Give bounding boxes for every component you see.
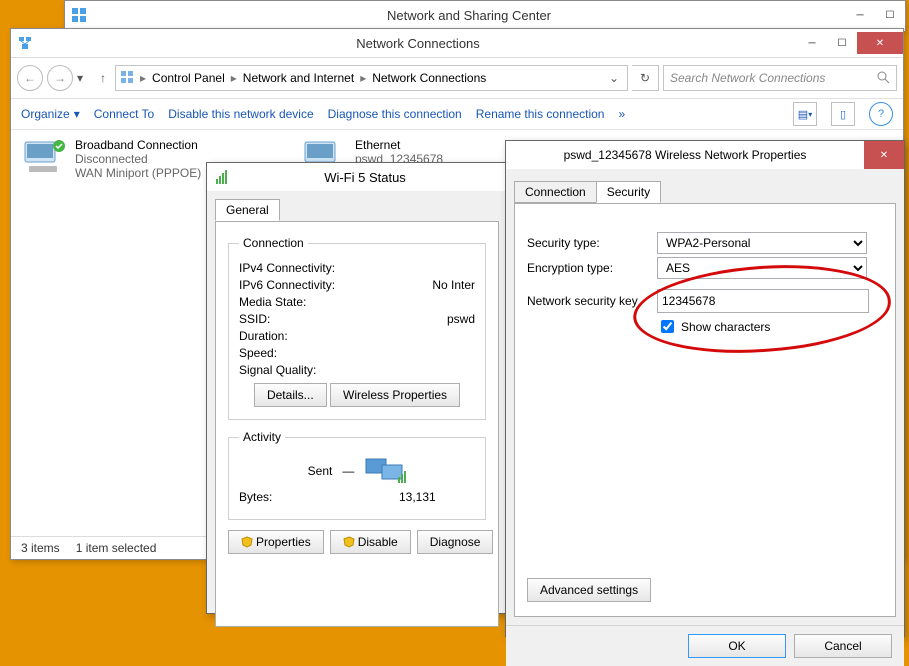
show-characters-checkbox[interactable]: Show characters bbox=[657, 317, 770, 336]
organize-menu[interactable]: Organize▾ bbox=[21, 107, 80, 121]
disable-device-button[interactable]: Disable this network device bbox=[168, 107, 313, 121]
bg-maximize-button[interactable]: ☐ bbox=[875, 4, 905, 26]
activity-fieldset: Activity Sent — Bytes:13,131 bbox=[228, 430, 486, 520]
connection-name: Broadband Connection bbox=[75, 138, 201, 152]
main-titlebar: Network Connections ─ ☐ ✕ bbox=[11, 29, 903, 58]
search-placeholder: Search Network Connections bbox=[670, 71, 825, 85]
breadcrumb-dropdown-icon[interactable]: ⌄ bbox=[605, 71, 623, 85]
search-icon bbox=[876, 70, 890, 84]
security-key-label: Network security key bbox=[527, 294, 657, 308]
navbar: ← → ▾ ↑ ▸ Control Panel▸ Network and Int… bbox=[11, 58, 903, 99]
rename-connection-button[interactable]: Rename this connection bbox=[476, 107, 605, 121]
cancel-button[interactable]: Cancel bbox=[794, 634, 892, 658]
wifi-tab-body: Connection IPv4 Connectivity: IPv6 Conne… bbox=[215, 221, 499, 627]
security-tab-body: Security type: WPA2-Personal Encryption … bbox=[514, 203, 896, 617]
connection-fieldset: Connection IPv4 Connectivity: IPv6 Conne… bbox=[228, 236, 486, 420]
connection-status: Disconnected bbox=[75, 152, 201, 166]
close-button[interactable]: ✕ bbox=[857, 32, 903, 54]
modem-icon bbox=[21, 138, 67, 174]
connection-name: Ethernet bbox=[355, 138, 443, 152]
props-tabs: Connection Security bbox=[506, 169, 904, 203]
bg-window: Network and Sharing Center ─ ☐ bbox=[64, 0, 906, 31]
advanced-settings-button[interactable]: Advanced settings bbox=[527, 578, 651, 602]
ssid-value: pswd bbox=[447, 312, 475, 326]
dropdown-icon: ▾ bbox=[74, 107, 80, 121]
properties-button[interactable]: Properties bbox=[228, 530, 324, 554]
command-bar: Organize▾ Connect To Disable this networ… bbox=[11, 99, 903, 130]
connect-to-button[interactable]: Connect To bbox=[94, 107, 155, 121]
security-type-label: Security type: bbox=[527, 236, 657, 250]
breadcrumb-seg-0[interactable]: Control Panel bbox=[148, 71, 229, 85]
maximize-button[interactable]: ☐ bbox=[827, 32, 857, 54]
diagnose-button[interactable]: Diagnose bbox=[417, 530, 494, 554]
bg-titlebar: Network and Sharing Center ─ ☐ bbox=[65, 1, 905, 30]
tab-connection[interactable]: Connection bbox=[514, 181, 597, 203]
help-button[interactable]: ? bbox=[869, 102, 893, 126]
preview-pane-button[interactable]: ▯ bbox=[831, 102, 855, 126]
main-title: Network Connections bbox=[39, 36, 797, 51]
wireless-properties-dialog: pswd_12345678 Wireless Network Propertie… bbox=[505, 140, 905, 637]
bytes-value: 13,131 bbox=[399, 490, 436, 504]
wifi-tabs: General bbox=[207, 191, 507, 221]
shield-icon bbox=[343, 536, 355, 548]
signal-quality-label: Signal Quality: bbox=[239, 363, 359, 377]
up-button[interactable]: ↑ bbox=[95, 71, 111, 85]
breadcrumb[interactable]: ▸ Control Panel▸ Network and Internet▸ N… bbox=[115, 65, 628, 91]
control-panel-icon bbox=[65, 1, 93, 29]
security-key-input[interactable] bbox=[657, 289, 869, 313]
disable-button[interactable]: Disable bbox=[330, 530, 411, 554]
wireless-properties-button[interactable]: Wireless Properties bbox=[330, 383, 460, 407]
forward-button[interactable]: → bbox=[47, 65, 73, 91]
wifi-dialog-title: Wi-Fi 5 Status bbox=[231, 170, 499, 185]
activity-legend: Activity bbox=[239, 430, 285, 444]
overflow-menu[interactable]: » bbox=[618, 107, 625, 121]
breadcrumb-seg-2[interactable]: Network Connections bbox=[368, 71, 490, 85]
ssid-label: SSID: bbox=[239, 312, 359, 326]
sent-label: Sent bbox=[308, 464, 333, 478]
item-count: 3 items bbox=[21, 541, 60, 555]
props-dialog-buttons: OK Cancel bbox=[506, 625, 904, 666]
tab-general[interactable]: General bbox=[215, 199, 280, 221]
bg-minimize-button[interactable]: ─ bbox=[845, 4, 875, 26]
encryption-type-select[interactable]: AES bbox=[657, 257, 867, 279]
shield-icon bbox=[241, 536, 253, 548]
security-type-select[interactable]: WPA2-Personal bbox=[657, 232, 867, 254]
minimize-button[interactable]: ─ bbox=[797, 32, 827, 54]
search-input[interactable]: Search Network Connections bbox=[663, 65, 897, 91]
activity-monitors-icon bbox=[364, 455, 406, 487]
ipv6-label: IPv6 Connectivity: bbox=[239, 278, 359, 292]
speed-label: Speed: bbox=[239, 346, 359, 360]
view-options-button[interactable]: ▤▾ bbox=[793, 102, 817, 126]
duration-label: Duration: bbox=[239, 329, 359, 343]
ipv6-value: No Inter bbox=[432, 278, 475, 292]
selection-count: 1 item selected bbox=[76, 541, 157, 555]
connection-item-broadband[interactable]: Broadband Connection Disconnected WAN Mi… bbox=[21, 138, 201, 180]
wifi-status-dialog: Wi-Fi 5 Status General Connection IPv4 C… bbox=[206, 162, 508, 614]
props-dialog-title: pswd_12345678 Wireless Network Propertie… bbox=[506, 141, 864, 169]
refresh-button[interactable]: ↻ bbox=[632, 65, 659, 91]
wifi-bars-icon bbox=[215, 169, 231, 185]
details-button[interactable]: Details... bbox=[254, 383, 327, 407]
back-button[interactable]: ← bbox=[17, 65, 43, 91]
wifi-dialog-titlebar: Wi-Fi 5 Status bbox=[207, 163, 507, 191]
tab-security[interactable]: Security bbox=[596, 181, 661, 203]
breadcrumb-seg-1[interactable]: Network and Internet bbox=[239, 71, 358, 85]
connection-device: WAN Miniport (PPPOE) bbox=[75, 166, 201, 180]
bytes-label: Bytes: bbox=[239, 490, 359, 504]
diagnose-connection-button[interactable]: Diagnose this connection bbox=[328, 107, 462, 121]
bg-title: Network and Sharing Center bbox=[93, 8, 845, 23]
media-state-label: Media State: bbox=[239, 295, 359, 309]
show-characters-input[interactable] bbox=[661, 320, 674, 333]
props-close-button[interactable]: ✕ bbox=[864, 141, 904, 169]
network-icon bbox=[11, 29, 39, 57]
connection-legend: Connection bbox=[239, 236, 308, 250]
recent-locations-button[interactable]: ▾ bbox=[77, 71, 91, 85]
ipv4-label: IPv4 Connectivity: bbox=[239, 261, 359, 275]
show-characters-label: Show characters bbox=[681, 320, 770, 334]
breadcrumb-icon bbox=[120, 70, 138, 87]
ok-button[interactable]: OK bbox=[688, 634, 786, 658]
encryption-type-label: Encryption type: bbox=[527, 261, 657, 275]
